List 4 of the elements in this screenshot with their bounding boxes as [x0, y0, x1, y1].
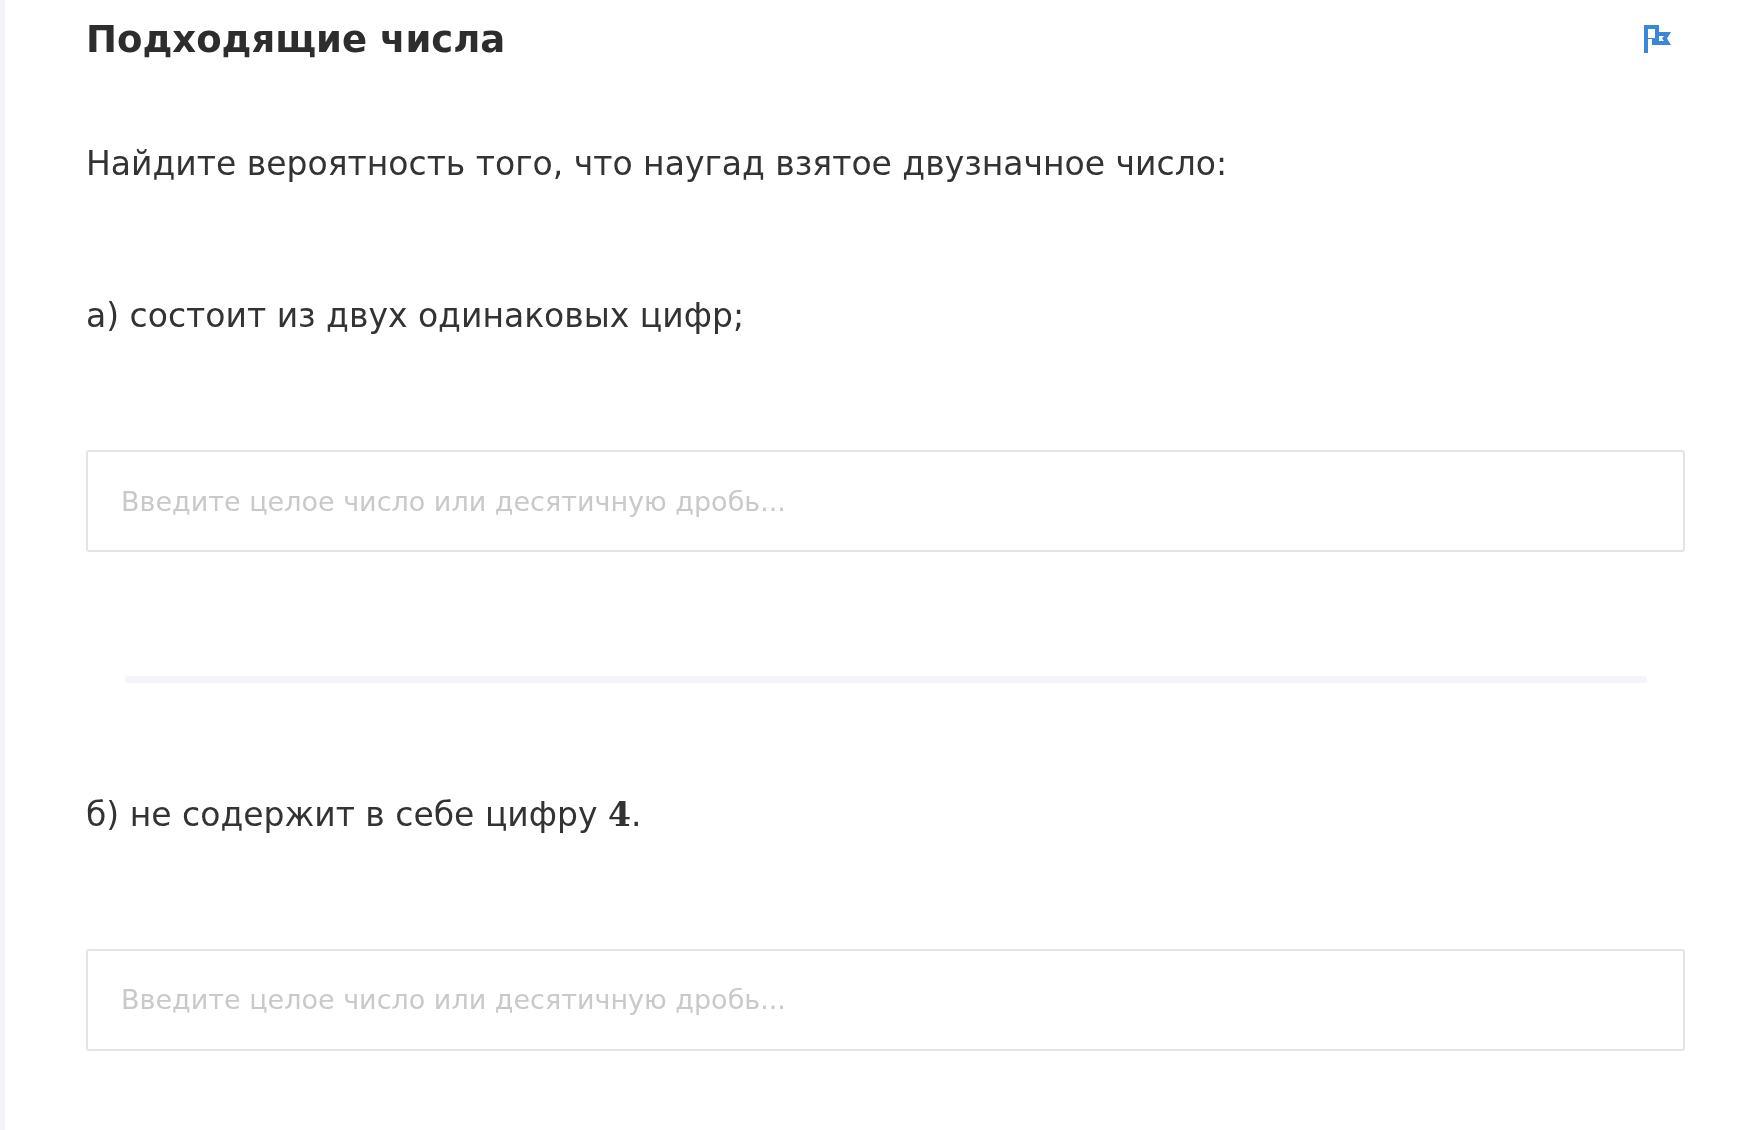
question-text: а) состоит из двух одинаковых цифр;: [86, 295, 746, 336]
task-text: Найдите вероятность того, что наугад взятое двузначное число:: [86, 144, 1229, 184]
task-title: Подходящие числа: [86, 17, 506, 61]
question-text: б) не содержит в себе цифру 4.: [86, 795, 643, 835]
